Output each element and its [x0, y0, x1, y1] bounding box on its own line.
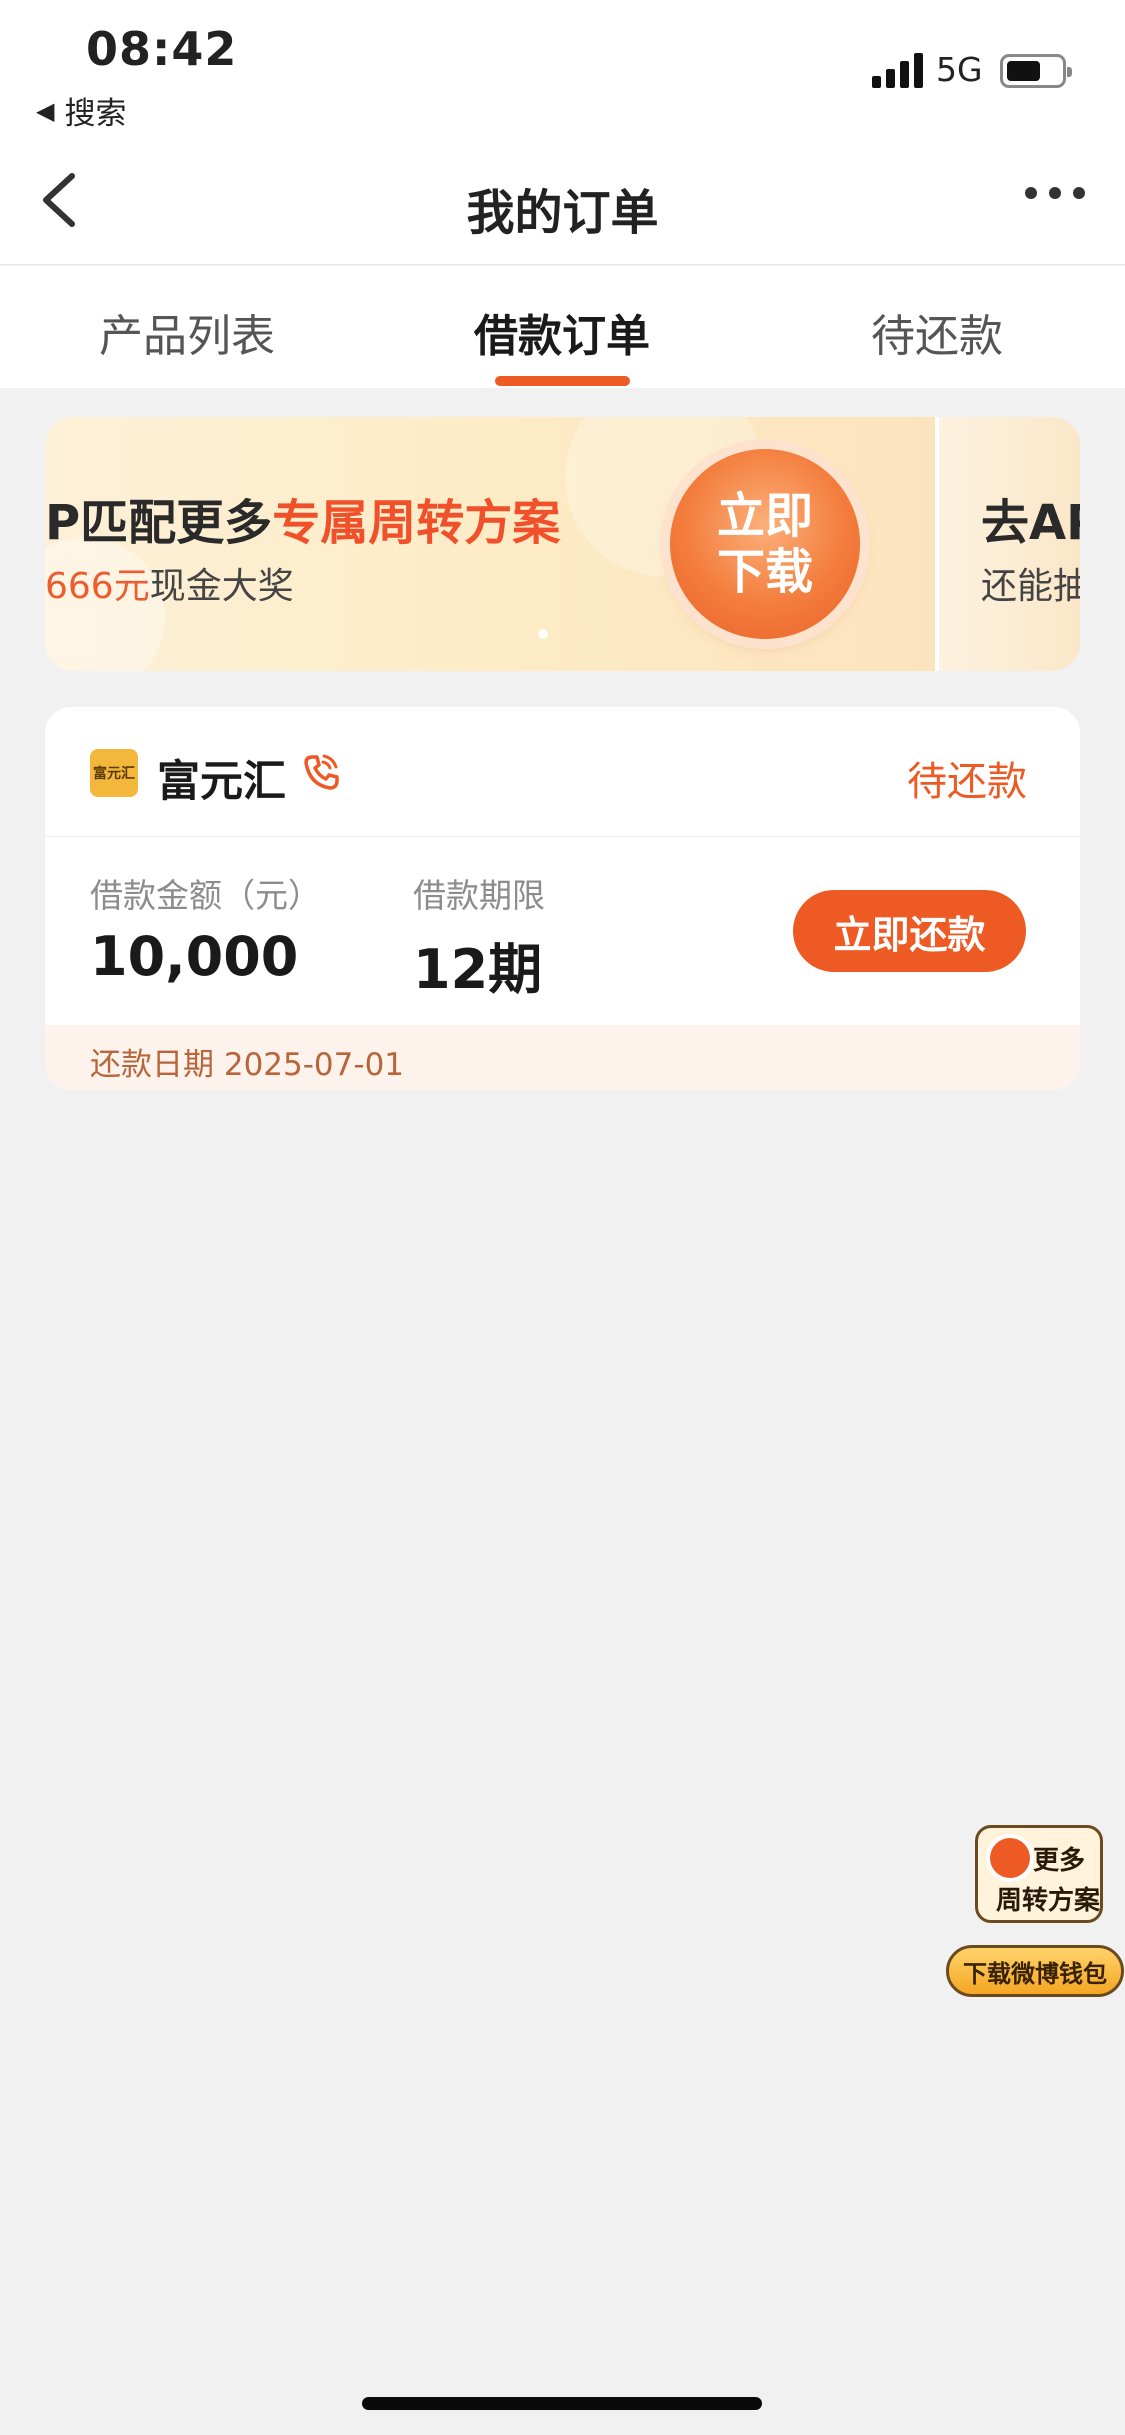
- floating-wallet-ad[interactable]: 更多 周转方案 下载微博钱包: [940, 1825, 1125, 2005]
- clock: 08:42: [86, 22, 238, 76]
- download-wallet-button[interactable]: 下载微博钱包: [946, 1945, 1124, 1997]
- tab-loan-orders[interactable]: 借款订单: [412, 300, 712, 364]
- back-triangle-icon: ◀: [36, 96, 55, 125]
- banner-headline: P匹配更多专属周转方案: [45, 495, 561, 551]
- active-tab-indicator: [495, 376, 630, 386]
- carousel-dots: [538, 629, 548, 639]
- loan-term-label: 借款期限: [413, 876, 545, 915]
- dot-icon: [1049, 187, 1061, 199]
- order-card-header: 富元汇 富元汇 待还款: [45, 707, 1080, 837]
- floating-ad-card[interactable]: 更多 周转方案: [975, 1825, 1103, 1923]
- dot-icon: [1073, 187, 1085, 199]
- back-to-search-link[interactable]: ◀ 搜索: [36, 88, 126, 133]
- lender-logo: 富元汇: [90, 749, 138, 797]
- signal-icon: [872, 52, 923, 88]
- order-status-badge: 待还款: [907, 759, 1027, 805]
- download-now-button[interactable]: 立即下载: [670, 449, 860, 639]
- promo-banner-carousel[interactable]: P匹配更多专属周转方案 666元现金大奖 立即下载 去AP 还能抽: [45, 417, 1080, 671]
- back-search-label: 搜索: [64, 96, 127, 132]
- order-card[interactable]: 富元汇 富元汇 待还款 借款金额（元） 10,000 借款期限 12期 立即还款…: [45, 707, 1080, 1090]
- wallet-logo-icon: [990, 1838, 1030, 1878]
- repayment-date-bar: 还款日期 2025-07-01: [45, 1025, 1080, 1090]
- floating-ad-line2: 周转方案: [996, 1886, 1101, 1916]
- page-title: 我的订单: [466, 185, 659, 241]
- next-slide-subline: 还能抽: [981, 566, 1080, 607]
- floating-ad-line1: 更多: [1033, 1846, 1086, 1876]
- banner-subline: 666元现金大奖: [45, 566, 294, 607]
- battery-icon: [1000, 54, 1072, 88]
- banner-next-slide[interactable]: 去AP 还能抽: [935, 417, 1080, 671]
- network-type: 5G: [936, 50, 983, 89]
- tab-bar: 产品列表 借款订单 待还款: [0, 266, 1125, 388]
- loan-amount-label: 借款金额（元）: [90, 876, 321, 915]
- tab-product-list[interactable]: 产品列表: [37, 300, 337, 364]
- download-now-label: 立即下载: [716, 488, 813, 600]
- status-bar: 08:42 ◀ 搜索 5G: [0, 0, 1125, 135]
- next-slide-headline: 去AP: [981, 495, 1080, 551]
- banner-slide[interactable]: P匹配更多专属周转方案 666元现金大奖 立即下载: [45, 417, 935, 671]
- more-options-button[interactable]: [1025, 187, 1085, 199]
- tab-pending-repayment[interactable]: 待还款: [787, 300, 1087, 364]
- loan-amount-value: 10,000: [90, 925, 299, 988]
- dot-icon: [1025, 187, 1037, 199]
- home-indicator[interactable]: [362, 2397, 762, 2410]
- phone-call-icon[interactable]: [300, 751, 342, 793]
- loan-term-value: 12期: [413, 938, 543, 1001]
- nav-header: 我的订单: [0, 135, 1125, 265]
- repay-now-button[interactable]: 立即还款: [793, 890, 1026, 972]
- lender-name: 富元汇: [157, 757, 286, 807]
- repayment-date: 还款日期 2025-07-01: [90, 1047, 405, 1083]
